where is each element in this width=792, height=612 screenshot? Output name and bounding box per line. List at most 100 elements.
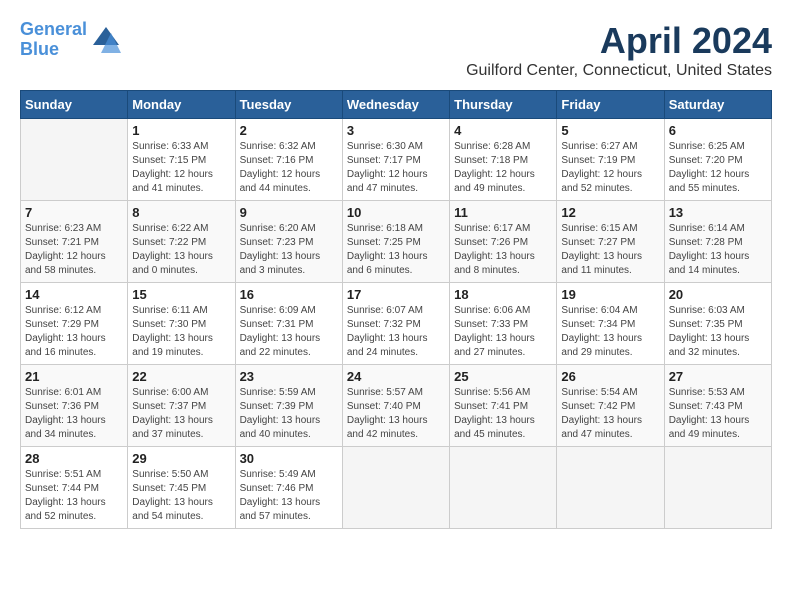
day-info: Sunrise: 5:53 AMSunset: 7:43 PMDaylight:… [669, 386, 767, 442]
day-number: 13 [669, 205, 767, 220]
calendar-cell [664, 447, 771, 529]
column-header-thursday: Thursday [450, 91, 557, 119]
day-info: Sunrise: 6:11 AMSunset: 7:30 PMDaylight:… [132, 304, 230, 360]
calendar-cell: 30 Sunrise: 5:49 AMSunset: 7:46 PMDayligh… [235, 447, 342, 529]
day-number: 4 [454, 123, 552, 138]
column-header-friday: Friday [557, 91, 664, 119]
calendar-cell: 14 Sunrise: 6:12 AMSunset: 7:29 PMDayligh… [21, 283, 128, 365]
day-info: Sunrise: 6:12 AMSunset: 7:29 PMDaylight:… [25, 304, 123, 360]
day-number: 6 [669, 123, 767, 138]
calendar-cell: 4Sunrise: 6:28 AMSunset: 7:18 PMDaylight… [450, 119, 557, 201]
day-number: 1 [132, 123, 230, 138]
page-header: GeneralBlue April 2024 Guilford Center, … [20, 20, 772, 80]
calendar-cell: 8 Sunrise: 6:22 AMSunset: 7:22 PMDaylight… [128, 201, 235, 283]
logo-icon [91, 25, 121, 55]
calendar-cell: 11 Sunrise: 6:17 AMSunset: 7:26 PMDayligh… [450, 201, 557, 283]
day-number: 29 [132, 451, 230, 466]
day-info: Sunrise: 5:56 AMSunset: 7:41 PMDaylight:… [454, 386, 552, 442]
calendar-cell: 7 Sunrise: 6:23 AMSunset: 7:21 PMDaylight… [21, 201, 128, 283]
day-info: Sunrise: 6:03 AMSunset: 7:35 PMDaylight:… [669, 304, 767, 360]
day-info: Sunrise: 6:18 AMSunset: 7:25 PMDaylight:… [347, 222, 445, 278]
day-number: 2 [240, 123, 338, 138]
calendar-cell: 16 Sunrise: 6:09 AMSunset: 7:31 PMDayligh… [235, 283, 342, 365]
calendar-cell [557, 447, 664, 529]
calendar-cell: 20 Sunrise: 6:03 AMSunset: 7:35 PMDayligh… [664, 283, 771, 365]
day-info: Sunrise: 6:06 AMSunset: 7:33 PMDaylight:… [454, 304, 552, 360]
day-number: 9 [240, 205, 338, 220]
calendar-table: SundayMondayTuesdayWednesdayThursdayFrid… [20, 90, 772, 529]
day-info: Sunrise: 5:57 AMSunset: 7:40 PMDaylight:… [347, 386, 445, 442]
day-number: 8 [132, 205, 230, 220]
day-info: Sunrise: 6:01 AMSunset: 7:36 PMDaylight:… [25, 386, 123, 442]
column-header-sunday: Sunday [21, 91, 128, 119]
day-info: Sunrise: 6:22 AMSunset: 7:22 PMDaylight:… [132, 222, 230, 278]
day-info: Sunrise: 6:15 AMSunset: 7:27 PMDaylight:… [561, 222, 659, 278]
day-info: Sunrise: 6:07 AMSunset: 7:32 PMDaylight:… [347, 304, 445, 360]
day-info: Sunrise: 6:09 AMSunset: 7:31 PMDaylight:… [240, 304, 338, 360]
column-header-tuesday: Tuesday [235, 91, 342, 119]
day-number: 20 [669, 287, 767, 302]
calendar-cell [21, 119, 128, 201]
day-number: 7 [25, 205, 123, 220]
column-header-wednesday: Wednesday [342, 91, 449, 119]
logo: GeneralBlue [20, 20, 121, 60]
month-title: April 2024 [466, 20, 772, 62]
calendar-header-row: SundayMondayTuesdayWednesdayThursdayFrid… [21, 91, 772, 119]
location-title: Guilford Center, Connecticut, United Sta… [466, 62, 772, 80]
day-info: Sunrise: 6:20 AMSunset: 7:23 PMDaylight:… [240, 222, 338, 278]
day-number: 21 [25, 369, 123, 384]
day-info: Sunrise: 6:17 AMSunset: 7:26 PMDaylight:… [454, 222, 552, 278]
calendar-cell: 3 Sunrise: 6:30 AMSunset: 7:17 PMDaylight… [342, 119, 449, 201]
calendar-cell: 15 Sunrise: 6:11 AMSunset: 7:30 PMDayligh… [128, 283, 235, 365]
day-number: 18 [454, 287, 552, 302]
calendar-cell: 13 Sunrise: 6:14 AMSunset: 7:28 PMDayligh… [664, 201, 771, 283]
day-number: 16 [240, 287, 338, 302]
day-info: Sunrise: 6:32 AMSunset: 7:16 PMDaylight:… [240, 140, 338, 196]
day-number: 24 [347, 369, 445, 384]
day-number: 23 [240, 369, 338, 384]
column-header-saturday: Saturday [664, 91, 771, 119]
calendar-cell: 2 Sunrise: 6:32 AMSunset: 7:16 PMDaylight… [235, 119, 342, 201]
calendar-cell: 27 Sunrise: 5:53 AMSunset: 7:43 PMDayligh… [664, 365, 771, 447]
day-info: Sunrise: 6:30 AMSunset: 7:17 PMDaylight:… [347, 140, 445, 196]
day-number: 12 [561, 205, 659, 220]
calendar-cell: 23 Sunrise: 5:59 AMSunset: 7:39 PMDayligh… [235, 365, 342, 447]
calendar-week-row: 21 Sunrise: 6:01 AMSunset: 7:36 PMDayligh… [21, 365, 772, 447]
column-header-monday: Monday [128, 91, 235, 119]
title-area: April 2024 Guilford Center, Connecticut,… [466, 20, 772, 80]
day-info: Sunrise: 5:59 AMSunset: 7:39 PMDaylight:… [240, 386, 338, 442]
calendar-cell: 26Sunrise: 5:54 AMSunset: 7:42 PMDayligh… [557, 365, 664, 447]
logo-text: GeneralBlue [20, 20, 87, 60]
calendar-cell: 29Sunrise: 5:50 AMSunset: 7:45 PMDayligh… [128, 447, 235, 529]
calendar-cell: 17 Sunrise: 6:07 AMSunset: 7:32 PMDayligh… [342, 283, 449, 365]
day-number: 27 [669, 369, 767, 384]
day-number: 28 [25, 451, 123, 466]
day-info: Sunrise: 6:23 AMSunset: 7:21 PMDaylight:… [25, 222, 123, 278]
day-number: 30 [240, 451, 338, 466]
day-info: Sunrise: 6:25 AMSunset: 7:20 PMDaylight:… [669, 140, 767, 196]
calendar-cell [342, 447, 449, 529]
calendar-cell: 10Sunrise: 6:18 AMSunset: 7:25 PMDayligh… [342, 201, 449, 283]
calendar-cell: 5Sunrise: 6:27 AMSunset: 7:19 PMDaylight… [557, 119, 664, 201]
day-info: Sunrise: 6:27 AMSunset: 7:19 PMDaylight:… [561, 140, 659, 196]
calendar-cell: 19Sunrise: 6:04 AMSunset: 7:34 PMDayligh… [557, 283, 664, 365]
day-number: 14 [25, 287, 123, 302]
day-info: Sunrise: 6:14 AMSunset: 7:28 PMDaylight:… [669, 222, 767, 278]
calendar-cell [450, 447, 557, 529]
day-info: Sunrise: 5:51 AMSunset: 7:44 PMDaylight:… [25, 468, 123, 524]
day-info: Sunrise: 6:04 AMSunset: 7:34 PMDaylight:… [561, 304, 659, 360]
calendar-cell: 18 Sunrise: 6:06 AMSunset: 7:33 PMDayligh… [450, 283, 557, 365]
day-number: 17 [347, 287, 445, 302]
day-number: 11 [454, 205, 552, 220]
calendar-cell: 9 Sunrise: 6:20 AMSunset: 7:23 PMDaylight… [235, 201, 342, 283]
calendar-week-row: 28 Sunrise: 5:51 AMSunset: 7:44 PMDayligh… [21, 447, 772, 529]
day-number: 22 [132, 369, 230, 384]
calendar-cell: 28 Sunrise: 5:51 AMSunset: 7:44 PMDayligh… [21, 447, 128, 529]
day-number: 3 [347, 123, 445, 138]
calendar-cell: 12 Sunrise: 6:15 AMSunset: 7:27 PMDayligh… [557, 201, 664, 283]
day-number: 15 [132, 287, 230, 302]
day-info: Sunrise: 5:49 AMSunset: 7:46 PMDaylight:… [240, 468, 338, 524]
calendar-cell: 1 Sunrise: 6:33 AMSunset: 7:15 PMDaylight… [128, 119, 235, 201]
day-info: Sunrise: 6:33 AMSunset: 7:15 PMDaylight:… [132, 140, 230, 196]
calendar-cell: 25Sunrise: 5:56 AMSunset: 7:41 PMDayligh… [450, 365, 557, 447]
